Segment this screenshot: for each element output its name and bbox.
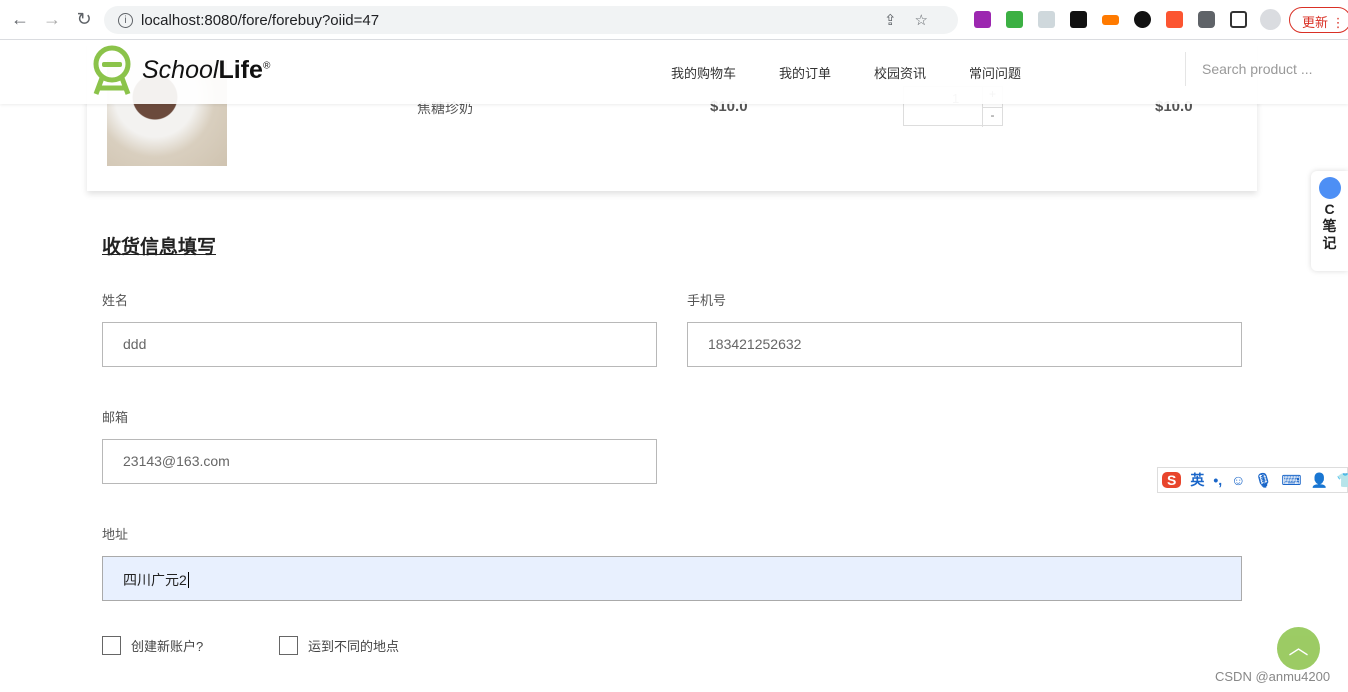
extension-rp-icon[interactable] xyxy=(974,11,991,28)
share-icon[interactable]: ⇪ xyxy=(884,12,915,29)
nav-faq[interactable]: 常问问题 xyxy=(969,63,1021,82)
site-header: SchoolLife® 我的购物车 我的订单 校园资讯 常问问题 Search … xyxy=(0,40,1348,104)
watermark: CSDN @anmu4200 xyxy=(1215,669,1331,684)
nav-cart[interactable]: 我的购物车 xyxy=(671,63,736,82)
phone-label: 手机号 xyxy=(687,293,727,308)
name-field[interactable]: ddd xyxy=(102,322,657,367)
mic-icon[interactable]: 🎙 xyxy=(1254,472,1272,489)
address-label: 地址 xyxy=(102,527,129,542)
shirt-icon[interactable]: 👕 xyxy=(1337,472,1348,489)
punctuation-icon[interactable]: •, xyxy=(1213,472,1222,488)
phone-field[interactable]: 183421252632 xyxy=(687,322,1242,367)
reload-icon[interactable]: ↻ xyxy=(68,9,100,30)
minus-button[interactable]: - xyxy=(982,107,1002,127)
csdn-note-widget[interactable]: C笔记 xyxy=(1311,171,1348,271)
search-input[interactable]: Search product ... xyxy=(1185,52,1345,86)
email-label: 邮箱 xyxy=(102,410,129,425)
url-text: localhost:8080/fore/forebuy?oiid=47 xyxy=(141,11,380,29)
back-to-top-button[interactable]: ︿ xyxy=(1277,627,1320,670)
extension-tampermonkey-icon[interactable] xyxy=(1070,11,1087,28)
star-icon[interactable]: ☆ xyxy=(915,12,946,29)
user-icon[interactable]: 👤 xyxy=(1310,472,1327,489)
browser-toolbar: ← → ↻ i localhost:8080/fore/forebuy?oiid… xyxy=(0,0,1348,40)
forward-icon[interactable]: → xyxy=(36,9,68,30)
ime-mode[interactable]: 英 xyxy=(1190,470,1204,490)
keyboard-icon[interactable]: ⌨ xyxy=(1281,472,1301,489)
sogou-icon: S xyxy=(1162,472,1182,488)
extension-infinity-icon[interactable] xyxy=(1134,11,1151,28)
emoji-icon[interactable]: ☺ xyxy=(1231,472,1245,488)
nav-orders[interactable]: 我的订单 xyxy=(779,63,831,82)
nav-campus-news[interactable]: 校园资讯 xyxy=(874,63,926,82)
address-field[interactable]: 四川广元2 xyxy=(102,556,1242,601)
create-account-checkbox[interactable]: 创建新账户? xyxy=(102,636,203,655)
name-label: 姓名 xyxy=(102,293,129,308)
side-panel-icon[interactable] xyxy=(1230,11,1247,28)
extension-vip-icon[interactable] xyxy=(1102,15,1119,25)
chevron-up-icon: ︿ xyxy=(1288,637,1309,659)
page: 焦糖珍奶 $10.0 1 + - $10.0 SchoolLife® 我的购物车… xyxy=(0,40,1348,692)
email-field[interactable]: 23143@163.com xyxy=(102,439,657,484)
back-icon[interactable]: ← xyxy=(4,9,36,30)
ship-different-checkbox[interactable]: 运到不同的地点 xyxy=(279,636,399,655)
extension-c-icon[interactable] xyxy=(1166,11,1183,28)
extensions-puzzle-icon[interactable] xyxy=(1198,11,1215,28)
logo[interactable]: SchoolLife® xyxy=(88,44,270,96)
form-title: 收货信息填写 xyxy=(102,237,217,258)
logo-icon xyxy=(93,45,131,95)
ime-toolbar[interactable]: S 英 •, ☺ 🎙 ⌨ 👤 👕 xyxy=(1157,467,1348,493)
note-pen-icon xyxy=(1318,177,1341,199)
extension-image-icon[interactable] xyxy=(1038,11,1055,28)
address-bar[interactable]: i localhost:8080/fore/forebuy?oiid=47 ⇪☆ xyxy=(104,6,958,34)
info-icon[interactable]: i xyxy=(118,12,133,28)
extension-chat-icon[interactable] xyxy=(1006,11,1023,28)
profile-avatar[interactable] xyxy=(1260,9,1281,30)
update-button[interactable]: 更新 ⋮ xyxy=(1289,7,1348,33)
